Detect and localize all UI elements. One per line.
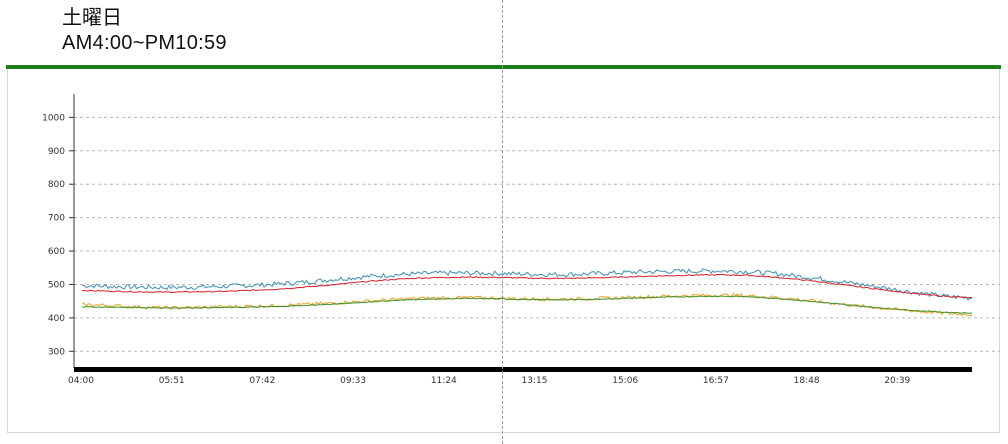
y-tick-label-900: 900 — [48, 147, 65, 157]
y-tick-label-600: 600 — [48, 247, 65, 257]
x-tick-label-1315: 13:15 — [522, 376, 548, 386]
cursor-line — [502, 0, 503, 444]
x-axis-bar — [74, 367, 972, 372]
x-tick-label-0551: 05:51 — [159, 376, 185, 386]
x-tick-label-1506: 15:06 — [612, 376, 638, 386]
x-tick-label-1848: 18:48 — [794, 376, 820, 386]
x-tick-label-1124: 11:24 — [431, 376, 457, 386]
series-line-orange — [82, 292, 973, 317]
line-chart: 300 400 500 600 700 800 900 1000 04:00 05:51 07:42… — [42, 94, 1000, 386]
x-tick-label-0400: 04:00 — [68, 376, 94, 386]
y-tick-label-800: 800 — [48, 180, 65, 190]
x-tick-label-2039: 20:39 — [884, 376, 910, 386]
y-tick-label-400: 400 — [48, 314, 65, 324]
y-tick-label-300: 300 — [48, 347, 65, 357]
y-tick-label-1000: 1000 — [42, 113, 65, 123]
x-tick-label-0742: 07:42 — [249, 376, 275, 386]
y-tick-label-700: 700 — [48, 214, 65, 224]
x-tick-label-0933: 09:33 — [340, 376, 366, 386]
series-line-red — [81, 273, 973, 299]
x-tick-label-1657: 16:57 — [703, 376, 729, 386]
y-tick-label-500: 500 — [48, 280, 65, 290]
